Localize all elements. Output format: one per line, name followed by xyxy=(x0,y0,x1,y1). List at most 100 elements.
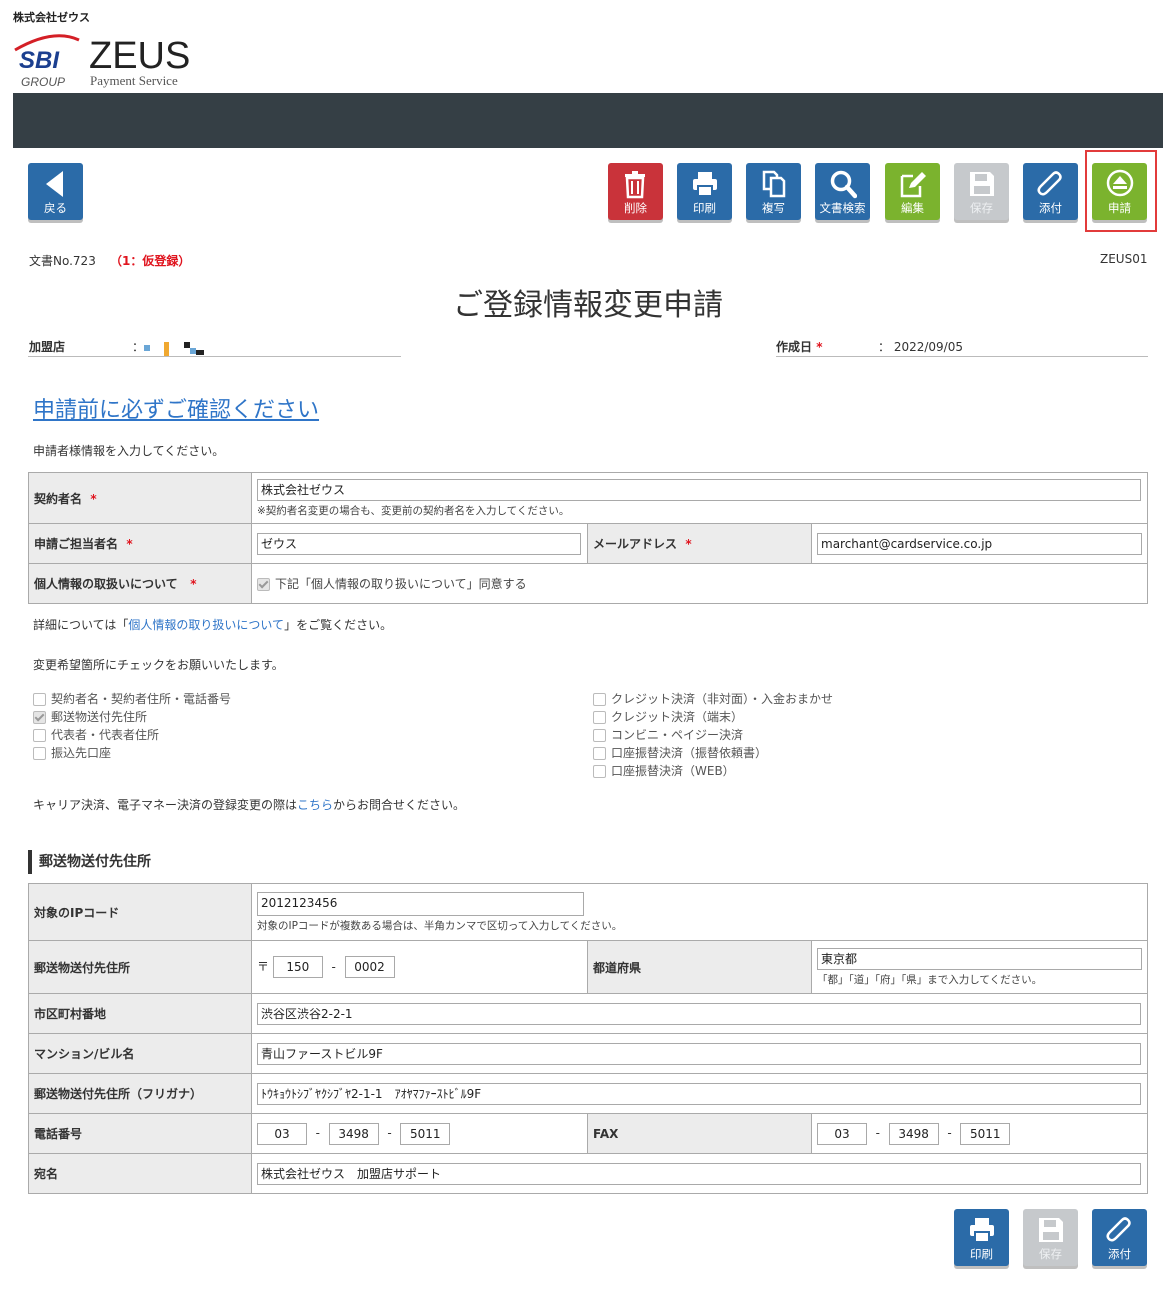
carrier-inquiry-link[interactable]: こちら xyxy=(297,798,333,812)
change-checkbox[interactable] xyxy=(593,765,606,778)
page-title: ご登録情報変更申請 xyxy=(453,288,723,323)
email-input[interactable]: marchant@cardservice.co.jp xyxy=(817,532,1142,555)
header-banner xyxy=(13,93,1163,148)
address-kana-label: 郵送物送付先住所（フリガナ） xyxy=(28,1073,252,1114)
change-item[interactable]: クレジット決済（非対面）・入金おまかせ xyxy=(593,690,833,707)
change-item[interactable]: 契約者名・契約者住所・電話番号 xyxy=(33,690,231,707)
privacy-label: 個人情報の取扱いについて * xyxy=(28,563,252,604)
carrier-inquiry-text: キャリア決済、電子マネー決済の登録変更の際はこちらからお問合せください。 xyxy=(33,798,466,812)
print-button-bottom[interactable]: 印刷 xyxy=(954,1209,1009,1266)
change-instruction: 変更希望箇所にチェックをお願いいたします。 xyxy=(33,658,284,672)
change-item[interactable]: 振込先口座 xyxy=(33,744,111,761)
city-input[interactable]: 渋谷区渋谷2-2-1 xyxy=(257,1002,1141,1025)
sbi-zeus-logo: SBI GROUP ZEUS Payment Service xyxy=(14,34,190,89)
addressee-label: 宛名 xyxy=(28,1153,252,1194)
postal-code-label: 郵送物送付先住所 xyxy=(28,940,252,994)
merchant-underline xyxy=(28,356,401,357)
mailing-section-title: 郵送物送付先住所 xyxy=(28,850,151,874)
prefecture-input[interactable]: 東京都 xyxy=(817,947,1142,970)
merchant-label: 加盟店 xyxy=(29,340,66,354)
created-date-value: ： 2022/09/05 xyxy=(878,340,963,354)
delete-button[interactable]: 削除 xyxy=(608,163,663,220)
form-code: ZEUS01 xyxy=(1100,252,1148,266)
change-checkbox[interactable] xyxy=(33,711,46,724)
merchant-colon: ： xyxy=(132,340,145,354)
privacy-details-text: 詳細については「個人情報の取り扱いについて」をご覧ください。 xyxy=(33,618,393,632)
change-item[interactable]: 郵送物送付先住所 xyxy=(33,708,147,725)
change-item[interactable]: 口座振替決済（WEB） xyxy=(593,762,735,779)
postal-code-1-input[interactable]: 150 xyxy=(272,956,323,978)
edit-icon xyxy=(900,172,926,198)
privacy-policy-link[interactable]: 個人情報の取り扱いについて xyxy=(128,618,284,632)
contractor-name-input[interactable]: 株式会社ゼウス xyxy=(257,478,1141,501)
svg-text:SBI: SBI xyxy=(19,47,60,74)
postal-code-2-input[interactable]: 0002 xyxy=(344,956,395,978)
copy-icon xyxy=(762,170,786,198)
edit-button[interactable]: 編集 xyxy=(885,163,940,220)
fax-label: FAX xyxy=(587,1113,812,1154)
phone-2-input[interactable]: 3498 xyxy=(328,1122,379,1145)
trash-icon xyxy=(625,171,645,199)
save-icon xyxy=(970,172,994,196)
merchant-value-redacted xyxy=(144,342,206,356)
applicant-instruction: 申請者様情報を入力してください。 xyxy=(33,444,225,458)
save-button: 保存 xyxy=(954,163,1009,220)
search-icon xyxy=(830,170,857,199)
applicant-person-input[interactable]: ゼウス xyxy=(257,532,581,555)
svg-text:GROUP: GROUP xyxy=(21,75,65,89)
prefecture-note: 「都」「道」「府」「県」まで入力してください。 xyxy=(817,973,1043,986)
contractor-name-label: 契約者名 * xyxy=(28,472,252,524)
apply-highlight xyxy=(1085,150,1157,232)
document-search-button[interactable]: 文書検索 xyxy=(815,163,870,220)
phone-1-input[interactable]: 03 xyxy=(257,1122,307,1145)
address-kana-input[interactable]: ﾄｳｷｮｳﾄｼﾌﾞﾔｸｼﾌﾞﾔ2-1-1 ｱｵﾔﾏﾌｧｰｽﾄﾋﾞﾙ9F xyxy=(257,1082,1141,1105)
phone-3-input[interactable]: 5011 xyxy=(400,1122,451,1145)
save-icon xyxy=(1039,1218,1063,1242)
mailing-address-table: 対象のIPコード 2012123456 対象のIPコードが複数ある場合は、半角カ… xyxy=(28,883,1148,1194)
svg-text:ZEUS: ZEUS xyxy=(89,35,190,77)
change-item[interactable]: 口座振替決済（振替依頼書） xyxy=(593,744,767,761)
change-checkbox[interactable] xyxy=(593,693,606,706)
ip-code-label: 対象のIPコード xyxy=(28,883,252,941)
privacy-consent-checkbox[interactable] xyxy=(257,578,270,591)
printer-icon xyxy=(970,1218,994,1243)
phone-label: 電話番号 xyxy=(28,1113,252,1154)
city-label: 市区町村番地 xyxy=(28,993,252,1034)
change-checkbox[interactable] xyxy=(593,747,606,760)
change-checkbox[interactable] xyxy=(33,693,46,706)
copy-button[interactable]: 複写 xyxy=(746,163,801,220)
building-input[interactable]: 青山ファーストビル9F xyxy=(257,1042,1141,1065)
email-label: メールアドレス * xyxy=(587,523,812,564)
svg-text:Payment Service: Payment Service xyxy=(90,73,178,88)
back-button[interactable]: 戻る xyxy=(28,163,83,220)
ip-code-note: 対象のIPコードが複数ある場合は、半角カンマで区切って入力してください。 xyxy=(257,919,623,932)
contractor-name-note: ※契約者名変更の場合も、変更前の契約者名を入力してください。 xyxy=(257,504,570,517)
ip-code-textarea[interactable]: 2012123456 xyxy=(257,891,584,916)
printer-icon xyxy=(693,172,717,197)
change-item[interactable]: 代表者・代表者住所 xyxy=(33,726,159,743)
addressee-input[interactable]: 株式会社ゼウス 加盟店サポート xyxy=(257,1162,1141,1185)
change-checkbox[interactable] xyxy=(593,729,606,742)
attach-button[interactable]: 添付 xyxy=(1023,163,1078,220)
applicant-info-table: 契約者名 * 株式会社ゼウス ※契約者名変更の場合も、変更前の契約者名を入力して… xyxy=(28,472,1148,604)
attach-button-bottom[interactable]: 添付 xyxy=(1092,1209,1147,1266)
change-checkbox[interactable] xyxy=(33,729,46,742)
fax-2-input[interactable]: 3498 xyxy=(888,1122,939,1145)
document-status: （1：仮登録） xyxy=(110,254,191,268)
document-number: 文書No.723 xyxy=(29,254,96,268)
change-checkbox[interactable] xyxy=(593,711,606,724)
created-date-underline xyxy=(776,356,1148,357)
change-item[interactable]: クレジット決済（端末） xyxy=(593,708,743,725)
company-name: 株式会社ゼウス xyxy=(13,11,90,24)
save-button-bottom: 保存 xyxy=(1023,1209,1078,1266)
confirm-before-applying-link[interactable]: 申請前に必ずご確認ください xyxy=(33,392,319,424)
applicant-person-label: 申請ご担当者名 * xyxy=(28,523,252,564)
postal-mark: 〒 xyxy=(257,959,270,974)
fax-1-input[interactable]: 03 xyxy=(817,1122,867,1145)
privacy-consent-label: 下記「個人情報の取り扱いについて」同意する xyxy=(275,577,527,591)
change-checkbox[interactable] xyxy=(33,747,46,760)
print-button[interactable]: 印刷 xyxy=(677,163,732,220)
fax-3-input[interactable]: 5011 xyxy=(960,1122,1011,1145)
change-item[interactable]: コンビニ・ペイジー決済 xyxy=(593,726,743,743)
paperclip-icon xyxy=(1106,1217,1131,1242)
